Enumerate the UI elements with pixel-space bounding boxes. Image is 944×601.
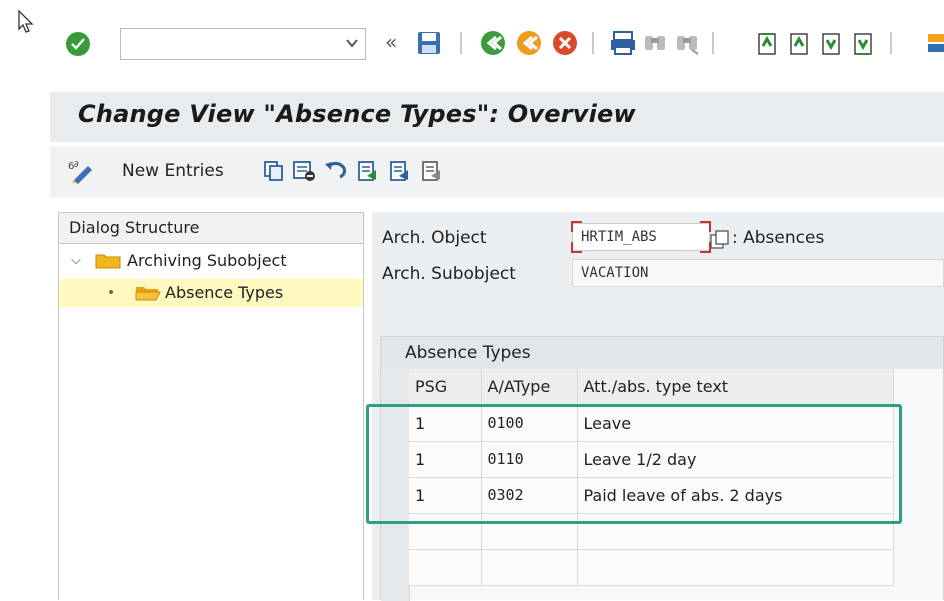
save-icon[interactable] bbox=[414, 28, 444, 58]
arch-object-field[interactable]: HRTIM_ABS bbox=[571, 221, 711, 253]
cell-text: Leave bbox=[577, 405, 894, 442]
folder-icon bbox=[95, 254, 121, 269]
arch-subobject-value: VACATION bbox=[581, 265, 649, 281]
command-input[interactable] bbox=[121, 29, 343, 57]
empty-cell bbox=[577, 513, 894, 550]
empty-cell bbox=[481, 549, 578, 586]
cell-aatype: 0100 bbox=[481, 405, 578, 442]
exit-icon[interactable] bbox=[514, 28, 544, 58]
open-folder-icon bbox=[135, 287, 161, 301]
value-help-icon[interactable] bbox=[710, 230, 732, 250]
toolbar-separator bbox=[460, 32, 462, 54]
copy-as-icon[interactable] bbox=[262, 160, 284, 182]
dialog-structure-panel: Dialog Structure ⌵ Archiving Subobject •… bbox=[58, 212, 364, 600]
expand-arrow-icon[interactable]: ⌵ bbox=[71, 247, 81, 275]
next-page-icon[interactable] bbox=[816, 28, 846, 58]
toolbar-separator bbox=[712, 32, 714, 54]
arch-object-value: HRTIM_ABS bbox=[581, 229, 657, 245]
command-field[interactable] bbox=[120, 28, 366, 60]
find-icon[interactable] bbox=[640, 28, 670, 58]
column-header-psg[interactable]: PSG bbox=[409, 369, 482, 406]
cell-aatype: 0110 bbox=[481, 441, 578, 478]
last-page-icon[interactable] bbox=[848, 28, 878, 58]
cell-aatype: 0302 bbox=[481, 477, 578, 514]
new-entries-icon[interactable]: 6 ∂ bbox=[68, 158, 100, 184]
tree-item-label: Archiving Subobject bbox=[127, 251, 287, 270]
empty-cell bbox=[481, 513, 578, 550]
cell-psg: 1 bbox=[409, 441, 482, 478]
arch-subobject-label: Arch. Subobject bbox=[382, 264, 516, 284]
arch-object-label: Arch. Object bbox=[382, 228, 487, 248]
toolbar-separator bbox=[890, 32, 892, 54]
empty-cell bbox=[409, 513, 482, 550]
arch-subobject-row: Arch. Subobject VACATION bbox=[372, 256, 944, 292]
delete-entry-icon[interactable] bbox=[292, 160, 316, 182]
focus-corner bbox=[571, 221, 582, 232]
collapse-arrows-icon[interactable]: « bbox=[385, 30, 397, 54]
column-header-text[interactable]: Att./abs. type text bbox=[577, 369, 894, 406]
print-icon[interactable] bbox=[608, 28, 638, 58]
table-row[interactable]: 1 0100 Leave bbox=[409, 405, 894, 442]
select-all-icon[interactable] bbox=[356, 160, 378, 182]
back-icon[interactable] bbox=[478, 28, 508, 58]
row-selector-column[interactable] bbox=[381, 369, 410, 601]
absence-types-table-container: Absence Types PSG A/AType Att./abs. type… bbox=[380, 336, 944, 601]
table-caption: Absence Types bbox=[381, 337, 943, 369]
svg-text:∂: ∂ bbox=[74, 160, 79, 170]
dialog-structure-header: Dialog Structure bbox=[59, 213, 363, 244]
toolbar-separator bbox=[592, 32, 594, 54]
mouse-cursor-icon bbox=[18, 10, 34, 33]
empty-cell bbox=[409, 549, 482, 586]
chevron-down-icon[interactable] bbox=[345, 36, 359, 50]
prev-page-icon[interactable] bbox=[784, 28, 814, 58]
create-session-icon[interactable] bbox=[922, 28, 944, 58]
tree-item-label: Absence Types bbox=[165, 283, 284, 302]
system-toolbar: « bbox=[0, 0, 944, 82]
cell-text: Paid leave of abs. 2 days bbox=[577, 477, 894, 514]
undo-change-icon[interactable] bbox=[324, 160, 348, 182]
find-next-icon[interactable] bbox=[672, 28, 702, 58]
empty-table-row[interactable] bbox=[409, 513, 894, 550]
first-page-icon[interactable] bbox=[752, 28, 782, 58]
enter-icon[interactable] bbox=[66, 32, 90, 56]
select-block-icon[interactable] bbox=[388, 160, 410, 182]
table-row[interactable]: 1 0302 Paid leave of abs. 2 days bbox=[409, 477, 894, 514]
absence-types-table: PSG A/AType Att./abs. type text 1 0100 L… bbox=[409, 369, 894, 586]
tree-item-absence-types[interactable]: • Absence Types bbox=[59, 279, 363, 307]
application-toolbar: 6 ∂ New Entries bbox=[50, 146, 944, 198]
cell-psg: 1 bbox=[409, 477, 482, 514]
cell-text: Leave 1/2 day bbox=[577, 441, 894, 478]
arch-subobject-field: VACATION bbox=[572, 259, 944, 287]
column-header-aatype[interactable]: A/AType bbox=[481, 369, 578, 406]
arch-object-description: : Absences bbox=[732, 228, 825, 248]
deselect-all-icon[interactable] bbox=[420, 160, 442, 182]
tree-item-archiving-subobject[interactable]: ⌵ Archiving Subobject bbox=[59, 247, 363, 275]
page-title: Change View "Absence Types": Overview bbox=[78, 100, 636, 128]
title-bar: Change View "Absence Types": Overview bbox=[50, 92, 944, 142]
cell-psg: 1 bbox=[409, 405, 482, 442]
empty-table-row[interactable] bbox=[409, 549, 894, 586]
empty-cell bbox=[577, 549, 894, 586]
tree-bullet-icon: • bbox=[107, 285, 116, 301]
table-header-row: PSG A/AType Att./abs. type text bbox=[409, 369, 894, 406]
new-entries-button[interactable]: New Entries bbox=[122, 161, 224, 181]
arch-object-row: Arch. Object HRTIM_ABS : Absences bbox=[372, 220, 944, 256]
cancel-icon[interactable] bbox=[550, 28, 580, 58]
table-row[interactable]: 1 0110 Leave 1/2 day bbox=[409, 441, 894, 478]
detail-panel: Arch. Object HRTIM_ABS : Absences Arch. … bbox=[372, 212, 944, 601]
focus-corner bbox=[571, 242, 582, 253]
